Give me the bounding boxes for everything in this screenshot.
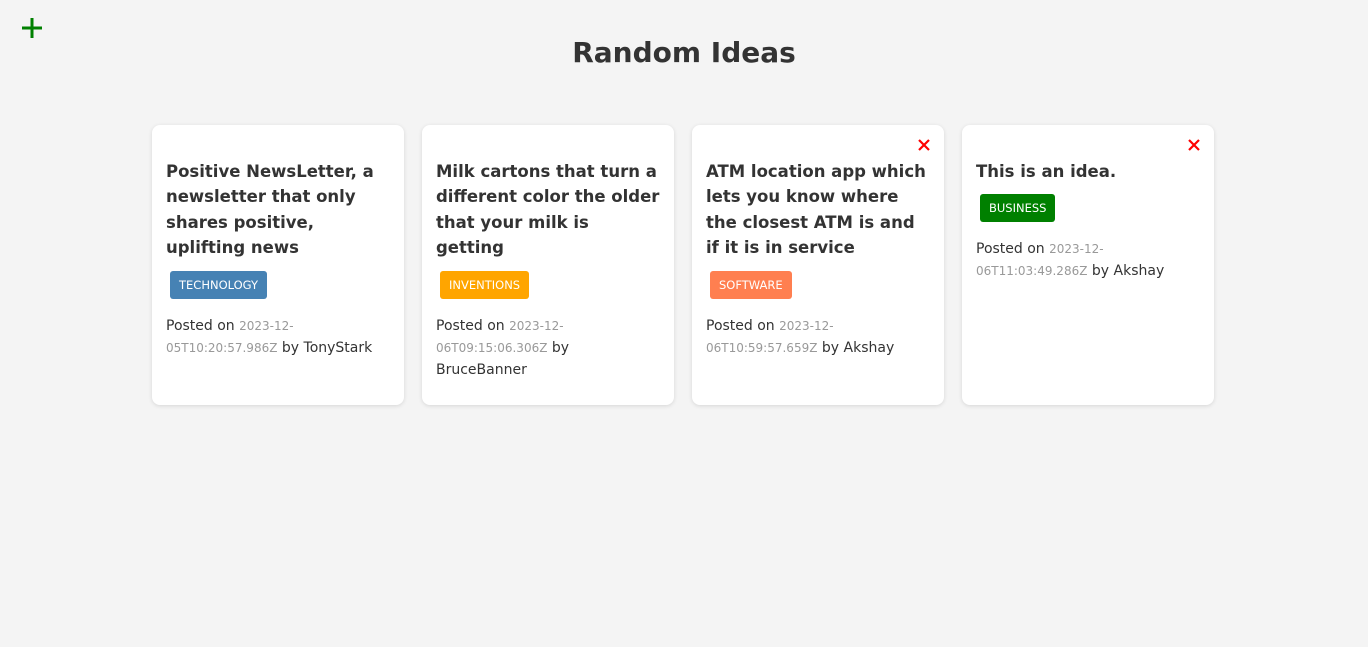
idea-card: Positive NewsLetter, a newsletter that o… bbox=[152, 125, 404, 405]
idea-username: TonyStark bbox=[303, 339, 373, 356]
delete-button[interactable] bbox=[916, 137, 932, 153]
close-icon bbox=[917, 138, 931, 152]
idea-meta: Posted on 2023-12-06T09:15:06.306Z by Br… bbox=[436, 315, 660, 381]
idea-tag-badge: technology bbox=[170, 270, 268, 299]
idea-tag-badge: inventions bbox=[440, 270, 530, 299]
idea-username: Akshay bbox=[1113, 263, 1165, 280]
idea-card: This is an idea. business Posted on 2023… bbox=[962, 125, 1214, 405]
by-label: by bbox=[281, 339, 300, 356]
idea-text: This is an idea. bbox=[976, 162, 1117, 181]
delete-button[interactable] bbox=[1186, 137, 1202, 153]
posted-on-label: Posted on bbox=[166, 317, 235, 334]
by-label: by bbox=[1091, 263, 1110, 280]
close-icon bbox=[1187, 138, 1201, 152]
idea-username: BruceBanner bbox=[436, 361, 527, 378]
posted-on-label: Posted on bbox=[976, 241, 1045, 258]
idea-card: Milk cartons that turn a different color… bbox=[422, 125, 674, 405]
idea-list: Positive NewsLetter, a newsletter that o… bbox=[152, 125, 1214, 405]
by-label: by bbox=[821, 339, 840, 356]
idea-card: ATM location app which lets you know whe… bbox=[692, 125, 944, 405]
page-title: Random Ideas bbox=[572, 36, 796, 69]
idea-text: ATM location app which lets you know whe… bbox=[706, 162, 926, 258]
idea-text: Positive NewsLetter, a newsletter that o… bbox=[166, 162, 374, 258]
idea-tag-badge: software bbox=[710, 270, 792, 299]
posted-on-label: Posted on bbox=[436, 317, 505, 334]
by-label: by bbox=[551, 339, 570, 356]
posted-on-label: Posted on bbox=[706, 317, 775, 334]
idea-meta: Posted on 2023-12-06T11:03:49.286Z by Ak… bbox=[976, 238, 1200, 282]
idea-meta: Posted on 2023-12-05T10:20:57.986Z by To… bbox=[166, 315, 390, 359]
idea-tag-badge: business bbox=[980, 194, 1056, 223]
idea-text: Milk cartons that turn a different color… bbox=[436, 162, 660, 258]
idea-username: Akshay bbox=[843, 339, 895, 356]
idea-meta: Posted on 2023-12-06T10:59:57.659Z by Ak… bbox=[706, 315, 930, 359]
